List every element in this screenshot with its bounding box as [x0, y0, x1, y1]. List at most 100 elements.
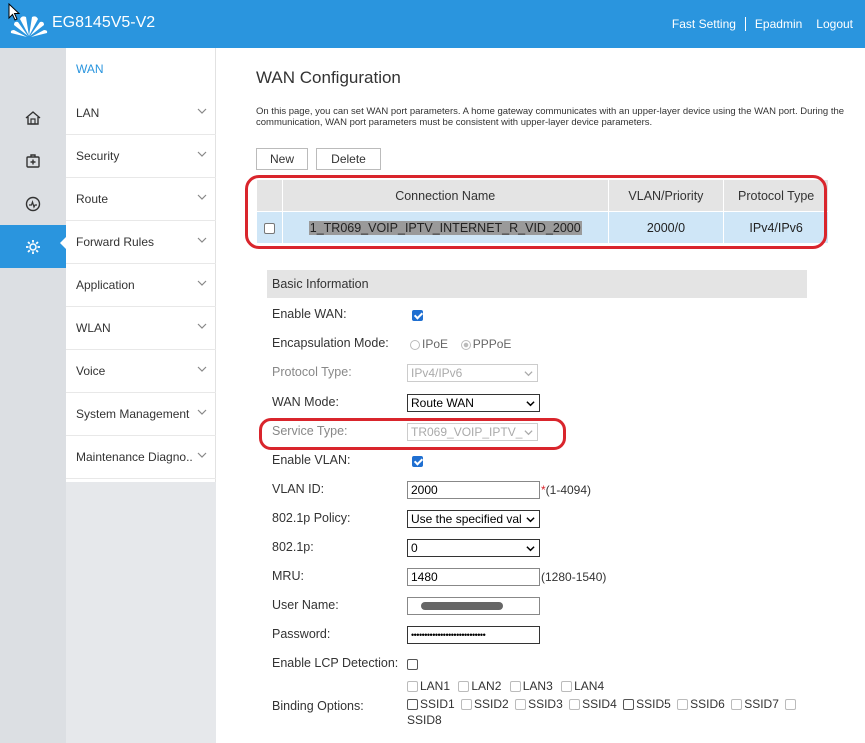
service-type-select[interactable]: TR069_VOIP_IPTV_IN [407, 423, 538, 441]
mouse-cursor-icon [8, 3, 21, 21]
protocol-type-select[interactable]: IPv4/IPv6 [407, 364, 538, 382]
chevron-down-icon [524, 430, 533, 436]
column-header-protocol: Protocol Type [723, 179, 829, 212]
enable-wan-label: Enable WAN: [272, 307, 347, 321]
lan4-checkbox[interactable] [561, 681, 573, 693]
chevron-down-icon [197, 366, 207, 372]
page-description: On this page, you can set WAN port param… [256, 106, 845, 128]
chevron-down-icon [526, 401, 535, 407]
vlan-id-value: 2000 [411, 483, 438, 497]
lan3-checkbox[interactable] [509, 681, 521, 693]
menu-item-wlan[interactable]: WLAN [66, 307, 216, 350]
delete-button[interactable]: Delete [316, 148, 381, 170]
menu-item-label: Application [76, 278, 135, 292]
menu-item-voice[interactable]: Voice [66, 350, 216, 393]
basic-info-form: Basic Information Enable WAN: Encapsulat… [267, 270, 807, 743]
lan2-checkbox[interactable] [458, 681, 470, 693]
row-select-cell[interactable] [256, 211, 283, 244]
menu-item-label: Route [76, 192, 109, 206]
policy-label: 802.1p Policy: [272, 511, 351, 525]
wan-mode-value: Route WAN [411, 396, 474, 410]
mru-value: 1480 [411, 570, 438, 584]
connection-name[interactable]: 1_TR069_VOIP_IPTV_INTERNET_R_VID_2000 [308, 220, 582, 235]
ssid1-label: SSID1 [420, 697, 455, 711]
chevron-down-icon [197, 280, 207, 286]
lan1-checkbox[interactable] [407, 681, 418, 693]
service-type-value: TR069_VOIP_IPTV_IN [411, 425, 523, 439]
chevron-down-icon [197, 237, 207, 243]
device-model: EG8145V5-V2 [52, 14, 156, 31]
ssid8-checkbox[interactable] [785, 699, 797, 711]
menu-item-forward-rules[interactable]: Forward Rules [60, 221, 216, 264]
new-button[interactable]: New [256, 148, 308, 170]
menu-item-route[interactable]: Route [66, 178, 216, 221]
row-checkbox[interactable] [263, 222, 275, 234]
enable-wan-checkbox[interactable] [412, 310, 423, 321]
menu-item-application[interactable]: Application [66, 264, 216, 307]
menu-item-label: LAN [76, 106, 100, 120]
lcp-checkbox[interactable] [407, 659, 418, 670]
page-title: WAN Configuration [256, 68, 401, 87]
menu-item-label: Forward Rules [76, 235, 155, 249]
p8021-select[interactable]: 0 [407, 539, 540, 557]
pppoe-label: PPPoE [472, 337, 512, 351]
ssid6-checkbox[interactable] [677, 699, 689, 711]
wan-mode-select[interactable]: Route WAN [407, 394, 540, 412]
ssid8-label: SSID8 [407, 713, 442, 727]
advanced-nav-button[interactable] [0, 139, 66, 182]
connection-table: Connection Name VLAN/Priority Protocol T… [256, 179, 829, 244]
menu-item-lan[interactable]: LAN [66, 92, 216, 135]
binding-options: LAN1 LAN2 LAN3 LAN4 SSID1 SSID2 SSID3 SS… [407, 678, 807, 728]
ssid7-checkbox[interactable] [731, 699, 743, 711]
logout-link[interactable]: Logout [816, 17, 853, 31]
gauge-icon [25, 196, 41, 211]
menu-item-maintenance[interactable]: Maintenance Diagno.. [66, 436, 216, 479]
chevron-down-icon [197, 151, 207, 157]
enable-vlan-label: Enable VLAN: [272, 453, 351, 467]
menu-item-label: System Management [76, 407, 190, 421]
policy-select[interactable]: Use the specified val [407, 510, 540, 528]
binding-label: Binding Options: [272, 699, 364, 713]
select-column-header [256, 179, 283, 212]
gear-icon [26, 239, 40, 254]
table-row[interactable]: 1_TR069_VOIP_IPTV_INTERNET_R_VID_2000 20… [256, 211, 829, 244]
connection-name-cell[interactable]: 1_TR069_VOIP_IPTV_INTERNET_R_VID_2000 [281, 211, 609, 244]
menu-item-security[interactable]: Security [66, 135, 216, 178]
ssid3-checkbox[interactable] [515, 699, 527, 711]
vlan-id-input[interactable]: 2000 [407, 481, 540, 499]
username-label: User Name: [272, 598, 339, 612]
vlan-id-label: VLAN ID: [272, 482, 325, 496]
ssid4-label: SSID4 [582, 697, 617, 711]
p8021-value: 0 [411, 541, 418, 555]
menu-item-system-management[interactable]: System Management [66, 393, 216, 436]
encap-mode-label: Encapsulation Mode: [272, 336, 389, 350]
table-header-row: Connection Name VLAN/Priority Protocol T… [256, 179, 829, 212]
lan2-label: LAN2 [471, 679, 502, 693]
mru-hint: (1280-1540) [541, 570, 607, 584]
p8021-label: 802.1p: [272, 540, 314, 554]
home-nav-button[interactable] [0, 96, 66, 139]
header-divider [744, 17, 746, 31]
ssid2-checkbox[interactable] [461, 699, 473, 711]
ipoe-radio[interactable] [410, 339, 420, 350]
mru-input[interactable]: 1480 [407, 568, 540, 586]
password-input[interactable]: •••••••••••••••••••••••••••• [407, 626, 540, 644]
menu-item-label: Maintenance Diagno.. [76, 450, 193, 464]
pppoe-radio[interactable] [460, 339, 471, 350]
user-link[interactable]: Epadmin [755, 17, 802, 31]
protocol-type-label: Protocol Type: [272, 365, 352, 379]
enable-vlan-checkbox[interactable] [412, 456, 423, 467]
ssid4-checkbox[interactable] [569, 699, 581, 711]
ssid1-checkbox[interactable] [407, 699, 418, 711]
vlan-id-hint: *(1-4094) [541, 483, 591, 497]
top-header: EG8145V5-V2 Fast Setting Epadmin Logout [0, 0, 865, 48]
username-input[interactable] [407, 597, 540, 615]
settings-nav-button[interactable] [0, 225, 66, 268]
home-icon [25, 110, 41, 125]
status-nav-button[interactable] [0, 182, 66, 225]
ssid5-checkbox[interactable] [623, 699, 635, 711]
ssid7-label: SSID7 [744, 697, 779, 711]
menu-item-wan[interactable]: WAN [66, 48, 216, 92]
fast-setting-link[interactable]: Fast Setting [672, 17, 736, 31]
encap-mode-radios: IPoE PPPoE [410, 337, 511, 351]
